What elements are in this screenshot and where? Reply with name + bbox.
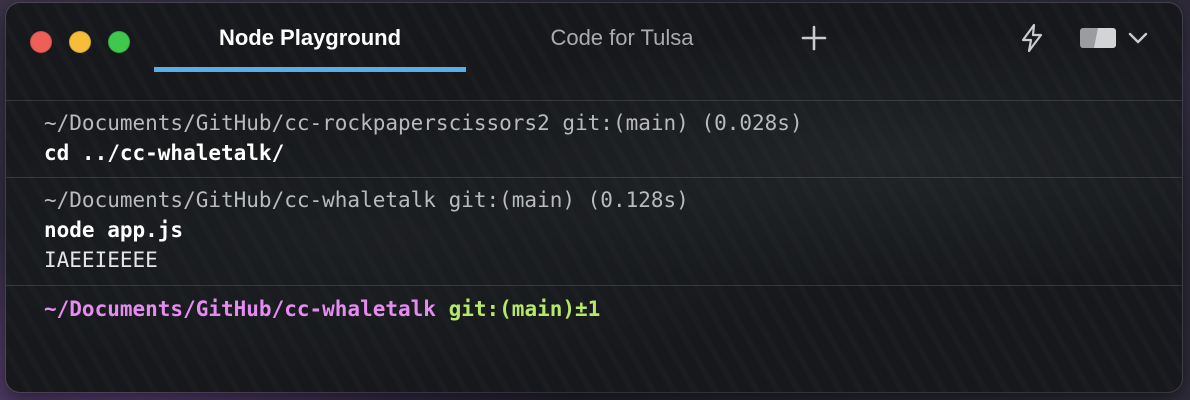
tab-label: Node Playground (218, 25, 402, 50)
prompt-line: ~/Documents/GitHub/cc-whaletalk git:(mai… (44, 297, 600, 321)
lightning-bolt-icon (1021, 23, 1043, 53)
terminal-content[interactable]: ~/Documents/GitHub/cc-rockpaperscissors2… (6, 73, 1182, 392)
block-output: IAEEIEEEE (44, 248, 158, 272)
tab-label: Code for Tulsa (550, 25, 694, 50)
terminal-window: Node Playground Code for Tulsa ~/Documen… (6, 3, 1182, 392)
ai-command-button[interactable] (1016, 21, 1048, 55)
block-header: ~/Documents/GitHub/cc-rockpaperscissors2… (44, 111, 803, 135)
prompt-path: ~/Documents/GitHub/cc-whaletalk (44, 297, 436, 321)
block-command: cd ../cc-whaletalk/ (44, 141, 285, 165)
block-command: node app.js (44, 218, 184, 242)
new-tab-button[interactable] (796, 20, 832, 56)
title-bar: Node Playground Code for Tulsa (6, 3, 1182, 73)
tab-node-playground[interactable]: Node Playground (154, 3, 466, 73)
close-window-button[interactable] (30, 31, 52, 53)
maximize-window-button[interactable] (108, 31, 130, 53)
chevron-down-icon (1128, 32, 1148, 44)
block-header: ~/Documents/GitHub/cc-whaletalk git:(mai… (44, 188, 689, 212)
active-tab-indicator (154, 67, 466, 72)
split-pane-menu-button[interactable] (1078, 23, 1152, 53)
command-block[interactable]: ~/Documents/GitHub/cc-rockpaperscissors2… (6, 100, 1182, 177)
split-pane-icon (1080, 28, 1116, 48)
prompt-git-status: git:(main)±1 (448, 297, 601, 321)
minimize-window-button[interactable] (69, 31, 91, 53)
tab-code-for-tulsa[interactable]: Code for Tulsa (466, 3, 778, 73)
plus-icon (801, 25, 827, 51)
input-prompt[interactable]: ~/Documents/GitHub/cc-whaletalk git:(mai… (6, 285, 1182, 392)
command-block[interactable]: ~/Documents/GitHub/cc-whaletalk git:(mai… (6, 177, 1182, 286)
